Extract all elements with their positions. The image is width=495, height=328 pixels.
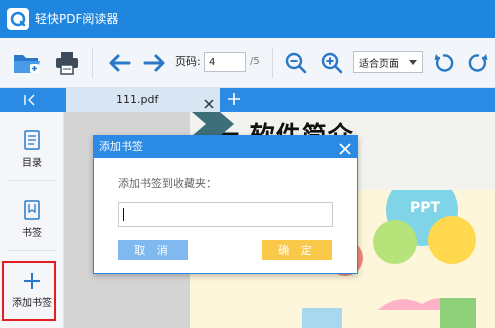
text-caret — [123, 208, 124, 221]
document-list-icon — [24, 130, 40, 150]
open-file-button[interactable] — [10, 46, 44, 80]
zoom-in-icon — [321, 52, 343, 74]
bookmark-icon — [24, 200, 40, 220]
close-tab-icon[interactable] — [204, 94, 214, 113]
chevron-down-icon — [409, 60, 417, 65]
sidebar-item-contents[interactable]: 目录 — [0, 130, 64, 169]
rotate-left-icon — [434, 54, 454, 72]
zoom-out-button[interactable] — [282, 46, 310, 80]
toolbar: 页码: /5 适合页面 — [0, 38, 495, 88]
sidebar-divider — [8, 250, 56, 251]
rotate-left-button[interactable] — [430, 46, 458, 80]
page-number-label: 页码: — [175, 55, 201, 68]
close-icon[interactable] — [339, 140, 351, 159]
tab-strip: 111.pdf — [0, 88, 495, 112]
dialog-title: 添加书签 — [99, 140, 143, 153]
collapse-left-icon — [24, 94, 35, 106]
rotate-right-button[interactable] — [464, 46, 492, 80]
next-page-button[interactable] — [140, 46, 170, 80]
previous-page-button[interactable] — [104, 46, 134, 80]
document-tab-label: 111.pdf — [116, 93, 159, 106]
collapse-sidebar-button[interactable] — [0, 88, 60, 112]
selection-highlight — [2, 261, 56, 321]
print-button[interactable] — [52, 46, 82, 80]
page-number-input[interactable] — [204, 52, 246, 72]
document-tab[interactable]: 111.pdf — [66, 88, 220, 112]
plus-icon — [228, 93, 240, 105]
confirm-button[interactable]: 确 定 — [262, 240, 332, 260]
new-tab-button[interactable] — [226, 91, 242, 111]
folder-open-icon — [14, 55, 40, 73]
zoom-mode-select[interactable]: 适合页面 — [353, 51, 423, 73]
zoom-mode-label: 适合页面 — [359, 58, 399, 70]
app-title: 轻快PDF阅读器 — [35, 12, 119, 26]
ppt-badge: PPT — [410, 200, 441, 216]
toolbar-divider — [272, 48, 273, 78]
dialog-header: 添加书签 — [94, 136, 357, 158]
sidebar-item-label: 目录 — [22, 158, 42, 169]
app-logo-icon — [7, 8, 29, 30]
cancel-button[interactable]: 取 消 — [118, 240, 188, 260]
zoom-in-button[interactable] — [318, 46, 346, 80]
printer-icon — [56, 52, 78, 75]
page-decoration — [192, 112, 234, 136]
title-bar: 轻快PDF阅读器 — [0, 0, 495, 38]
zoom-out-icon — [285, 52, 307, 74]
toolbar-divider — [92, 48, 93, 78]
sidebar-item-label: 书签 — [22, 228, 42, 239]
dialog-prompt: 添加书签到收藏夹： — [118, 177, 217, 190]
arrow-right-icon — [143, 54, 165, 72]
total-pages: /5 — [250, 56, 260, 67]
sidebar-divider — [8, 180, 56, 181]
bookmark-name-input[interactable] — [118, 202, 333, 227]
arrow-left-icon — [109, 54, 131, 72]
sidebar-item-bookmarks[interactable]: 书签 — [0, 200, 64, 239]
rotate-right-icon — [468, 54, 488, 72]
add-bookmark-dialog: 添加书签 添加书签到收藏夹： 取 消 确 定 — [93, 135, 358, 274]
sidebar: 目录 书签 添加书签 — [0, 112, 64, 328]
